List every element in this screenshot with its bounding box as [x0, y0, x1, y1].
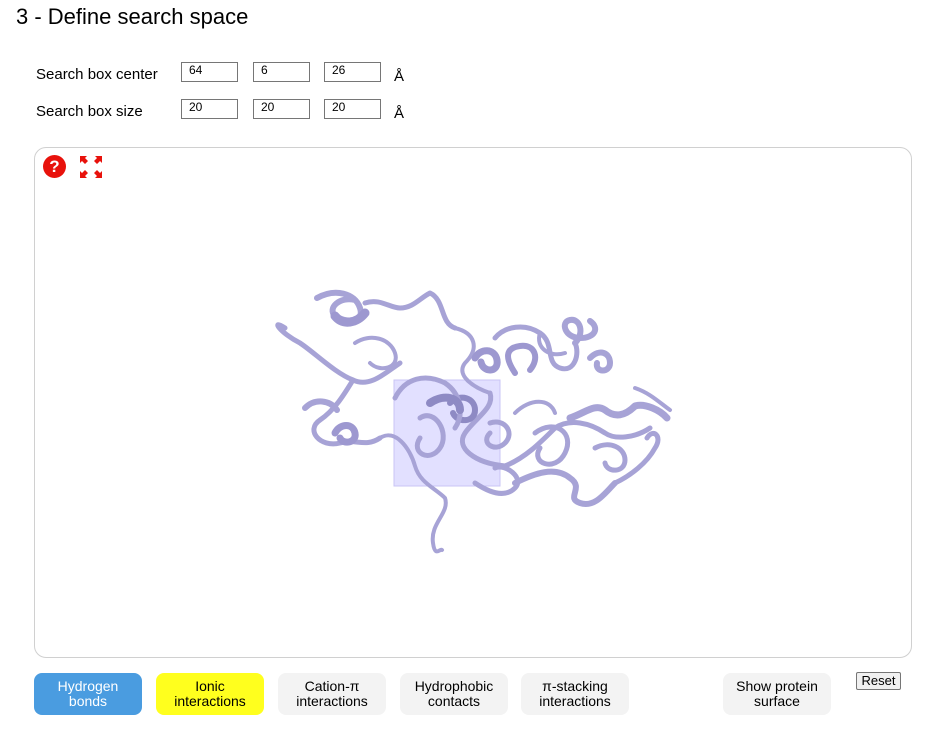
size-x-input[interactable] — [181, 99, 238, 119]
reset-button[interactable]: Reset — [856, 672, 901, 690]
center-x-input[interactable] — [181, 62, 238, 82]
hydrogen-bonds-line2: bonds — [68, 693, 108, 709]
cation-pi-interactions-button[interactable]: Cation-π interactions — [278, 673, 386, 715]
ionic-interactions-button[interactable]: Ionic interactions — [156, 673, 264, 715]
hydrophobic-line2: contacts — [427, 693, 481, 709]
pi-stacking-line1: π-stacking — [542, 678, 608, 694]
ionic-line1: Ionic — [195, 678, 225, 694]
size-z-input[interactable] — [324, 99, 381, 119]
center-unit: Å — [394, 68, 405, 85]
cation-pi-line2: interactions — [296, 693, 368, 709]
pi-stacking-interactions-button[interactable]: π-stacking interactions — [521, 673, 629, 715]
cation-pi-line1: Cation-π — [304, 678, 360, 694]
hydrogen-bonds-button[interactable]: Hydrogen bonds — [34, 673, 142, 715]
search-box-size-label: Search box size — [36, 103, 143, 120]
center-z-input[interactable] — [324, 62, 381, 82]
ionic-line2: interactions — [174, 693, 246, 709]
size-y-input[interactable] — [253, 99, 310, 119]
molecule-viewer[interactable]: ? — [34, 147, 912, 658]
page-title: 3 - Define search space — [16, 4, 249, 29]
hydrophobic-line1: Hydrophobic — [414, 678, 494, 694]
hydrophobic-contacts-button[interactable]: Hydrophobic contacts — [400, 673, 508, 715]
show-protein-surface-button[interactable]: Show protein surface — [723, 673, 831, 715]
protein-structure[interactable] — [35, 148, 911, 657]
center-y-input[interactable] — [253, 62, 310, 82]
surface-line2: surface — [754, 693, 800, 709]
size-unit: Å — [394, 105, 405, 122]
surface-line1: Show protein — [736, 678, 818, 694]
hydrogen-bonds-line1: Hydrogen — [57, 678, 119, 694]
pi-stacking-line2: interactions — [539, 693, 611, 709]
search-box-center-label: Search box center — [36, 66, 158, 83]
